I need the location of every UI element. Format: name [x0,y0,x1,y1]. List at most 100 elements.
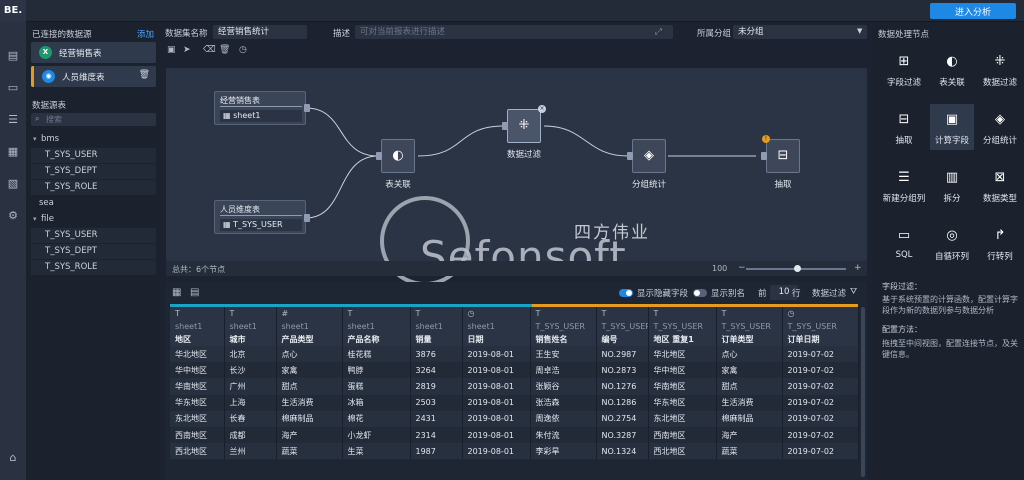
column-header[interactable]: 产品类型 [276,333,343,346]
node-tile[interactable]: ⊠ 数据类型 [978,162,1022,208]
description-input[interactable]: 可对当前报表进行描述 [355,25,673,39]
output-port[interactable] [304,104,310,112]
home-icon[interactable]: ⌂ [6,452,20,464]
input-port[interactable] [627,152,633,160]
column-header[interactable]: 销售姓名 [530,333,597,346]
process-node-extract[interactable]: ⊟ [766,139,800,173]
column-header[interactable]: 订单日期 [782,333,859,346]
connected-source-1[interactable]: X 经营销售表 [31,42,156,63]
monitor-icon[interactable]: ▭ [6,82,20,94]
tree-item[interactable]: T_SYS_DEPT [31,244,156,259]
column-header[interactable]: 地区 重复1 [648,333,717,346]
tree-item-sea[interactable]: sea [31,196,156,211]
save-icon[interactable]: ▣ [167,45,176,55]
connected-source-2[interactable]: ◉ 人员维度表 🗑 [31,66,156,87]
tree-group-bms[interactable]: ▾ bms [31,132,156,147]
node-tile[interactable]: ⊞ 字段过滤 [882,46,926,92]
tree-group-file[interactable]: ▾ file [31,212,156,227]
tree-item[interactable]: T_SYS_USER [31,228,156,243]
tree-item[interactable]: T_SYS_USER [31,148,156,163]
table-view-icon[interactable]: ▦ [172,287,181,298]
dashboard-icon[interactable]: ▤ [6,50,20,62]
process-node-group-stats[interactable]: ◈ [632,139,666,173]
input-port[interactable] [761,152,767,160]
column-type[interactable]: T [596,307,649,320]
table-cell: 家禽 [716,362,783,379]
column-type[interactable]: T [224,307,277,320]
output-port[interactable] [304,214,310,222]
source-node-sales[interactable]: 经营销售表 ▦ sheet1 [214,91,306,125]
table-search-input[interactable]: ⌕ 搜索 [31,113,156,126]
source-node-personnel[interactable]: 人员维度表 ▦ T_SYS_USER [214,200,306,234]
process-node-filter[interactable]: ⁜ [507,109,541,143]
column-header[interactable]: 编号 [596,333,649,346]
column-header[interactable]: 订单类型 [716,333,783,346]
show-alias-toggle[interactable] [693,289,707,297]
send-icon[interactable]: ➤ [183,45,191,55]
column-header[interactable]: 日期 [462,333,531,346]
column-header[interactable]: 产品名称 [342,333,411,346]
calc-field-icon: ▣ [945,112,959,127]
node-tile[interactable]: ▣ 计算字段 [930,104,974,150]
report-icon[interactable]: ▦ [6,146,20,158]
node-tile[interactable]: ▥ 拆分 [930,162,974,208]
gear-icon[interactable]: ⚙ [6,210,20,222]
table-row[interactable]: 华北地区 北京 点心 桂花糕 3876 2019-08-01 王生安 NO.2987 华北地区点… [170,346,859,363]
input-port[interactable] [502,122,508,130]
vertical-scrollbar[interactable] [861,307,865,477]
zoom-out-icon[interactable]: − [738,263,746,273]
list-view-icon[interactable]: ▤ [190,287,199,298]
group-select[interactable]: 未分组 [733,25,867,39]
column-type[interactable]: T [530,307,597,320]
column-type[interactable]: T [170,307,225,320]
column-type[interactable]: ◷ [782,307,859,320]
node-tile[interactable]: ⁜ 数据过滤 [978,46,1022,92]
table-row[interactable]: 西南地区 成都 海产 小龙虾 2314 2019-08-01 朱付流 NO.3287 西南地区海… [170,426,859,444]
tree-item[interactable]: T_SYS_DEPT [31,164,156,179]
table-row[interactable]: 东北地区 长春 棉麻制品 棉花 2431 2019-08-01 周逸依 NO.2754 东北地区… [170,410,859,427]
eraser-icon[interactable]: ⌫ [203,45,216,55]
node-tile[interactable]: ⊟ 抽取 [882,104,926,150]
timer-icon[interactable]: ◷ [239,45,247,55]
enter-analysis-button[interactable]: 进入分析 [930,3,1016,19]
node-tile[interactable]: ▭ SQL [882,220,926,266]
table-row[interactable]: 华中地区 长沙 家禽 鸭脖 3264 2019-08-01 周卓浩 NO.2873 华中地区 家禽… [170,362,859,379]
table-row[interactable]: 华东地区 上海 生活消费 冰箱 2503 2019-08-01 张浩森 NO.1286 华东地区… [170,394,859,411]
column-type[interactable]: T [410,307,463,320]
column-type[interactable]: T [342,307,411,320]
tree-item[interactable]: T_SYS_ROLE [31,180,156,195]
add-source-link[interactable]: 添加 [137,28,154,40]
divider [220,215,302,216]
column-type[interactable]: # [276,307,343,320]
column-header[interactable]: 城市 [224,333,277,346]
column-type[interactable]: T [716,307,783,320]
input-port[interactable] [376,152,382,160]
node-tile[interactable]: ◐ 表关联 [930,46,974,92]
zoom-slider-handle[interactable] [794,265,801,272]
column-type[interactable]: ◷ [462,307,531,320]
trash-icon[interactable]: 🗑 [139,70,150,80]
zoom-in-icon[interactable]: + [854,263,862,273]
table-cell: 2019-08-01 [462,346,531,363]
column-header[interactable]: 地区 [170,333,225,346]
table-row[interactable]: 西北地区 兰州 蔬菜 生菜 1987 2019-08-01 李彩旱 NO.1324 西北地区 蔬菜… [170,443,859,460]
node-tile[interactable]: ↱ 行转列 [978,220,1022,266]
process-node-join[interactable]: ◐ [381,139,415,173]
expand-icon[interactable]: ⤢ [655,27,662,37]
table-row[interactable]: 华南地区 广州 甜点 蛋糕 2819 2019-08-01 张颖谷 NO.1276 华南地区 甜点… [170,378,859,395]
column-type[interactable]: T [648,307,717,320]
tree-item[interactable]: T_SYS_ROLE [31,260,156,275]
chevron-down-icon[interactable]: ▼ [857,27,862,35]
show-hidden-toggle[interactable] [619,289,633,297]
close-icon[interactable]: × [538,105,546,113]
filter-icon[interactable]: ⛛ [850,287,857,297]
delete-icon[interactable]: 🗑 [219,45,230,55]
node-tile[interactable]: ◎ 自循环列 [930,220,974,266]
file-chart-icon[interactable]: ▧ [6,178,20,190]
node-tile[interactable]: ☰ 新建分组列 [882,162,926,208]
dataset-name-input[interactable]: 经营销售统计 [213,25,307,39]
dataset-icon[interactable]: ☰ [6,114,20,126]
node-tile[interactable]: ◈ 分组统计 [978,104,1022,150]
data-filter-label[interactable]: 数据过滤 [812,287,846,299]
column-header[interactable]: 销量 [410,333,463,346]
